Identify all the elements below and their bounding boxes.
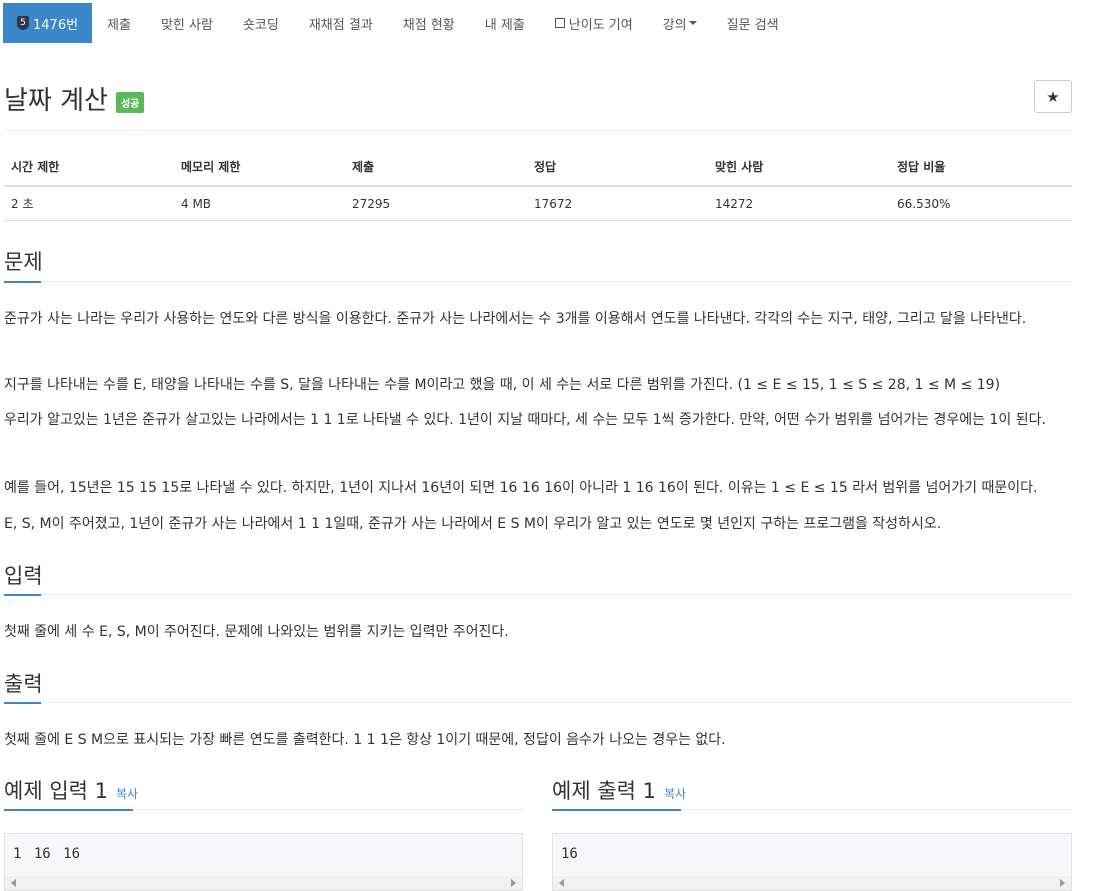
title-divider: [4, 130, 1072, 131]
info-value: 66.530%: [890, 186, 1072, 221]
sample-input-value: 1 16 16: [13, 846, 81, 862]
info-header: 메모리 제한: [174, 148, 345, 187]
nav-my-submissions[interactable]: 내 제출: [470, 0, 540, 46]
problem-section-divider: [4, 281, 1072, 282]
external-link-icon: [554, 18, 565, 28]
info-value: 17672: [527, 186, 708, 221]
sample-output-title: 예제 출력 1 복사: [552, 775, 686, 805]
horizontal-scrollbar[interactable]: [553, 876, 1071, 890]
scroll-right-icon[interactable]: [1060, 879, 1065, 887]
scroll-right-icon[interactable]: [511, 879, 516, 887]
output-section-title: 출력: [4, 672, 43, 696]
problem-title: 날짜 계산: [4, 86, 108, 116]
nav-status[interactable]: 채점 현황: [388, 0, 470, 46]
problem-section-underline: [4, 281, 41, 283]
scroll-left-icon[interactable]: [11, 879, 16, 887]
input-section-divider: [4, 594, 1072, 595]
problem-section-title: 문제: [4, 250, 43, 274]
info-header: 정답: [527, 148, 708, 187]
problem-paragraph: 우리가 알고있는 1년은 준규가 살고있는 나라에서는 1 1 1로 나타낼 수…: [4, 412, 1046, 428]
title-row: 날짜 계산 성공: [4, 80, 145, 117]
input-section-title: 입력: [4, 564, 43, 588]
top-nav: 5 1476번 제출 맞힌 사람 숏코딩 재채점 결과 채점 현황 내 제출 난…: [0, 0, 1117, 46]
problem-paragraph: E, S, M이 주어졌고, 1년이 준규가 사는 나라에서 1 1 1일때, …: [4, 516, 942, 532]
nav-solved-users[interactable]: 맞힌 사람: [146, 0, 228, 46]
output-paragraph: 첫째 줄에 E S M으로 표시되는 가장 빠른 연도를 출력한다. 1 1 1…: [4, 732, 726, 748]
status-badge: 성공: [115, 92, 145, 113]
problem-paragraph: 지구를 나타내는 수를 E, 태양을 나타내는 수를 S, 달을 나타내는 수를…: [4, 377, 1001, 393]
copy-output-link[interactable]: 복사: [664, 787, 686, 801]
nav-lecture-label: 강의: [662, 17, 687, 33]
sample-output-box[interactable]: 16: [552, 833, 1072, 891]
scroll-left-icon[interactable]: [559, 879, 564, 887]
nav-difficulty-label: 난이도 기여: [568, 17, 633, 33]
nav-difficulty[interactable]: 난이도 기여: [540, 0, 648, 46]
nav-question-search[interactable]: 질문 검색: [712, 0, 794, 46]
nav-lecture[interactable]: 강의: [648, 0, 712, 46]
sample-input-box[interactable]: 1 16 16: [4, 833, 523, 891]
star-button[interactable]: ★: [1034, 80, 1072, 113]
nav-submit[interactable]: 제출: [92, 0, 146, 46]
sample-output-underline: [552, 809, 681, 811]
info-header: 맞힌 사람: [708, 148, 890, 187]
input-paragraph: 첫째 줄에 세 수 E, S, M이 주어진다. 문제에 나와있는 범위를 지키…: [4, 624, 509, 640]
sample-output-value: 16: [561, 846, 578, 862]
output-section-underline: [4, 702, 41, 704]
nav-problem-label: 1476번: [33, 17, 79, 33]
problem-paragraph: 준규가 사는 나라는 우리가 사용하는 연도와 다른 방식을 이용한다. 준규가…: [4, 311, 1027, 327]
info-header-row: 시간 제한 메모리 제한 제출 정답 맞힌 사람 정답 비율: [4, 148, 1072, 187]
info-value-row: 2 초 4 MB 27295 17672 14272 66.530%: [4, 186, 1072, 221]
star-icon: ★: [1046, 87, 1060, 106]
input-section-underline: [4, 594, 41, 596]
info-header: 시간 제한: [4, 148, 174, 187]
problem-info-table: 시간 제한 메모리 제한 제출 정답 맞힌 사람 정답 비율 2 초 4 MB …: [4, 148, 1072, 221]
sample-input-underline: [4, 809, 133, 811]
caret-down-icon: [688, 21, 697, 25]
sample-input-title-text: 예제 입력 1: [4, 779, 108, 803]
info-value[interactable]: 14272: [708, 186, 890, 221]
sample-output-title-text: 예제 출력 1: [552, 779, 656, 803]
info-header: 정답 비율: [890, 148, 1072, 187]
output-section-divider: [4, 702, 1072, 703]
info-header: 제출: [345, 148, 527, 187]
nav-short-coding[interactable]: 숏코딩: [228, 0, 294, 46]
info-value: 2 초: [4, 186, 174, 221]
info-value[interactable]: 27295: [345, 186, 527, 221]
nav-problem-tab[interactable]: 5 1476번: [3, 3, 93, 43]
tier-icon: 5: [17, 16, 29, 30]
copy-input-link[interactable]: 복사: [116, 787, 138, 801]
nav-rejudge[interactable]: 재채점 결과: [294, 0, 388, 46]
horizontal-scrollbar[interactable]: [5, 876, 522, 890]
info-value: 4 MB: [174, 186, 345, 221]
sample-input-title: 예제 입력 1 복사: [4, 775, 138, 805]
problem-paragraph: 예를 들어, 15년은 15 15 15로 나타낼 수 있다. 하지만, 1년이…: [4, 480, 1038, 496]
